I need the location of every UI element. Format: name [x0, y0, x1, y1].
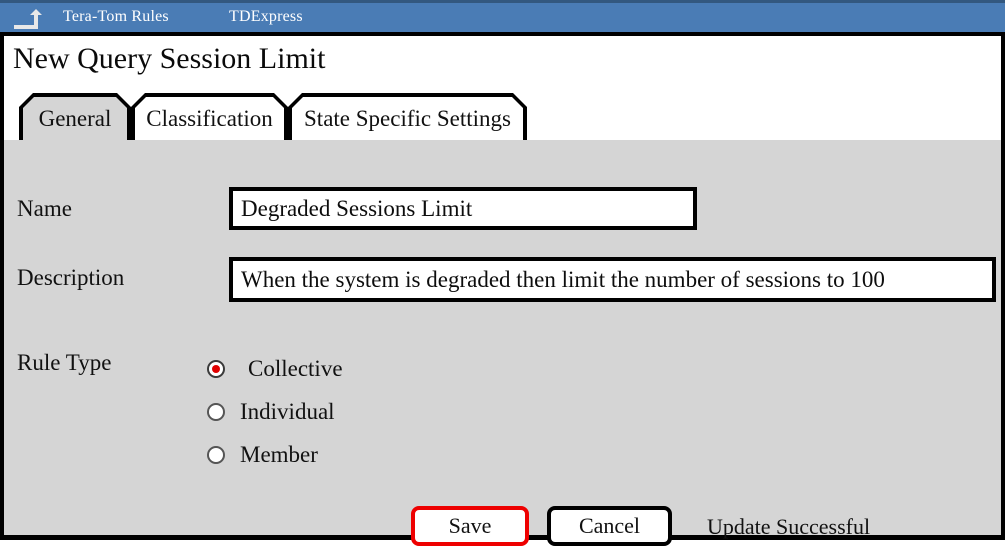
tab-general[interactable]: General [19, 93, 131, 140]
tab-state-specific-settings[interactable]: State Specific Settings [288, 93, 527, 140]
titlebar-sub-name: TDExpress [229, 8, 303, 25]
radio-option-member[interactable]: Member [207, 442, 318, 468]
tab-general-label: General [23, 97, 127, 144]
name-label: Name [17, 196, 72, 221]
description-input[interactable]: When the system is degraded then limit t… [229, 257, 996, 302]
tab-classification-label: Classification [135, 97, 284, 144]
tab-panel-general: Name Degraded Sessions Limit Description… [4, 140, 1001, 546]
radio-member-indicator[interactable] [207, 446, 225, 464]
cancel-button[interactable]: Cancel [547, 506, 672, 546]
description-label: Description [17, 265, 125, 290]
name-input[interactable]: Degraded Sessions Limit [229, 187, 697, 230]
tab-bar: General Classification State Specific Se… [4, 93, 1001, 197]
status-message: Update Successful [707, 514, 871, 539]
radio-option-individual[interactable]: Individual [207, 399, 335, 425]
page-title: New Query Session Limit [13, 42, 326, 75]
tab-classification[interactable]: Classification [131, 93, 288, 140]
dialog-header: New Query Session Limit General Classifi… [4, 36, 1001, 197]
radio-individual-indicator[interactable] [207, 403, 225, 421]
save-button[interactable]: Save [411, 506, 529, 546]
application-window: Tera-Tom Rules TDExpress New Query Sessi… [0, 0, 1005, 546]
radio-member-label: Member [240, 442, 318, 467]
radio-collective-label: Collective [248, 356, 343, 381]
radio-collective-indicator[interactable] [207, 360, 225, 378]
radio-option-collective[interactable]: Collective [207, 356, 343, 382]
radio-individual-label: Individual [240, 399, 335, 424]
title-bar: Tera-Tom Rules TDExpress [0, 0, 1005, 32]
titlebar-app-name: Tera-Tom Rules [63, 8, 169, 25]
dialog-window: New Query Session Limit General Classifi… [0, 32, 1005, 546]
tab-state-specific-settings-label: State Specific Settings [292, 97, 523, 144]
return-arrow-icon[interactable] [12, 8, 46, 30]
rule-type-label: Rule Type [17, 350, 112, 375]
